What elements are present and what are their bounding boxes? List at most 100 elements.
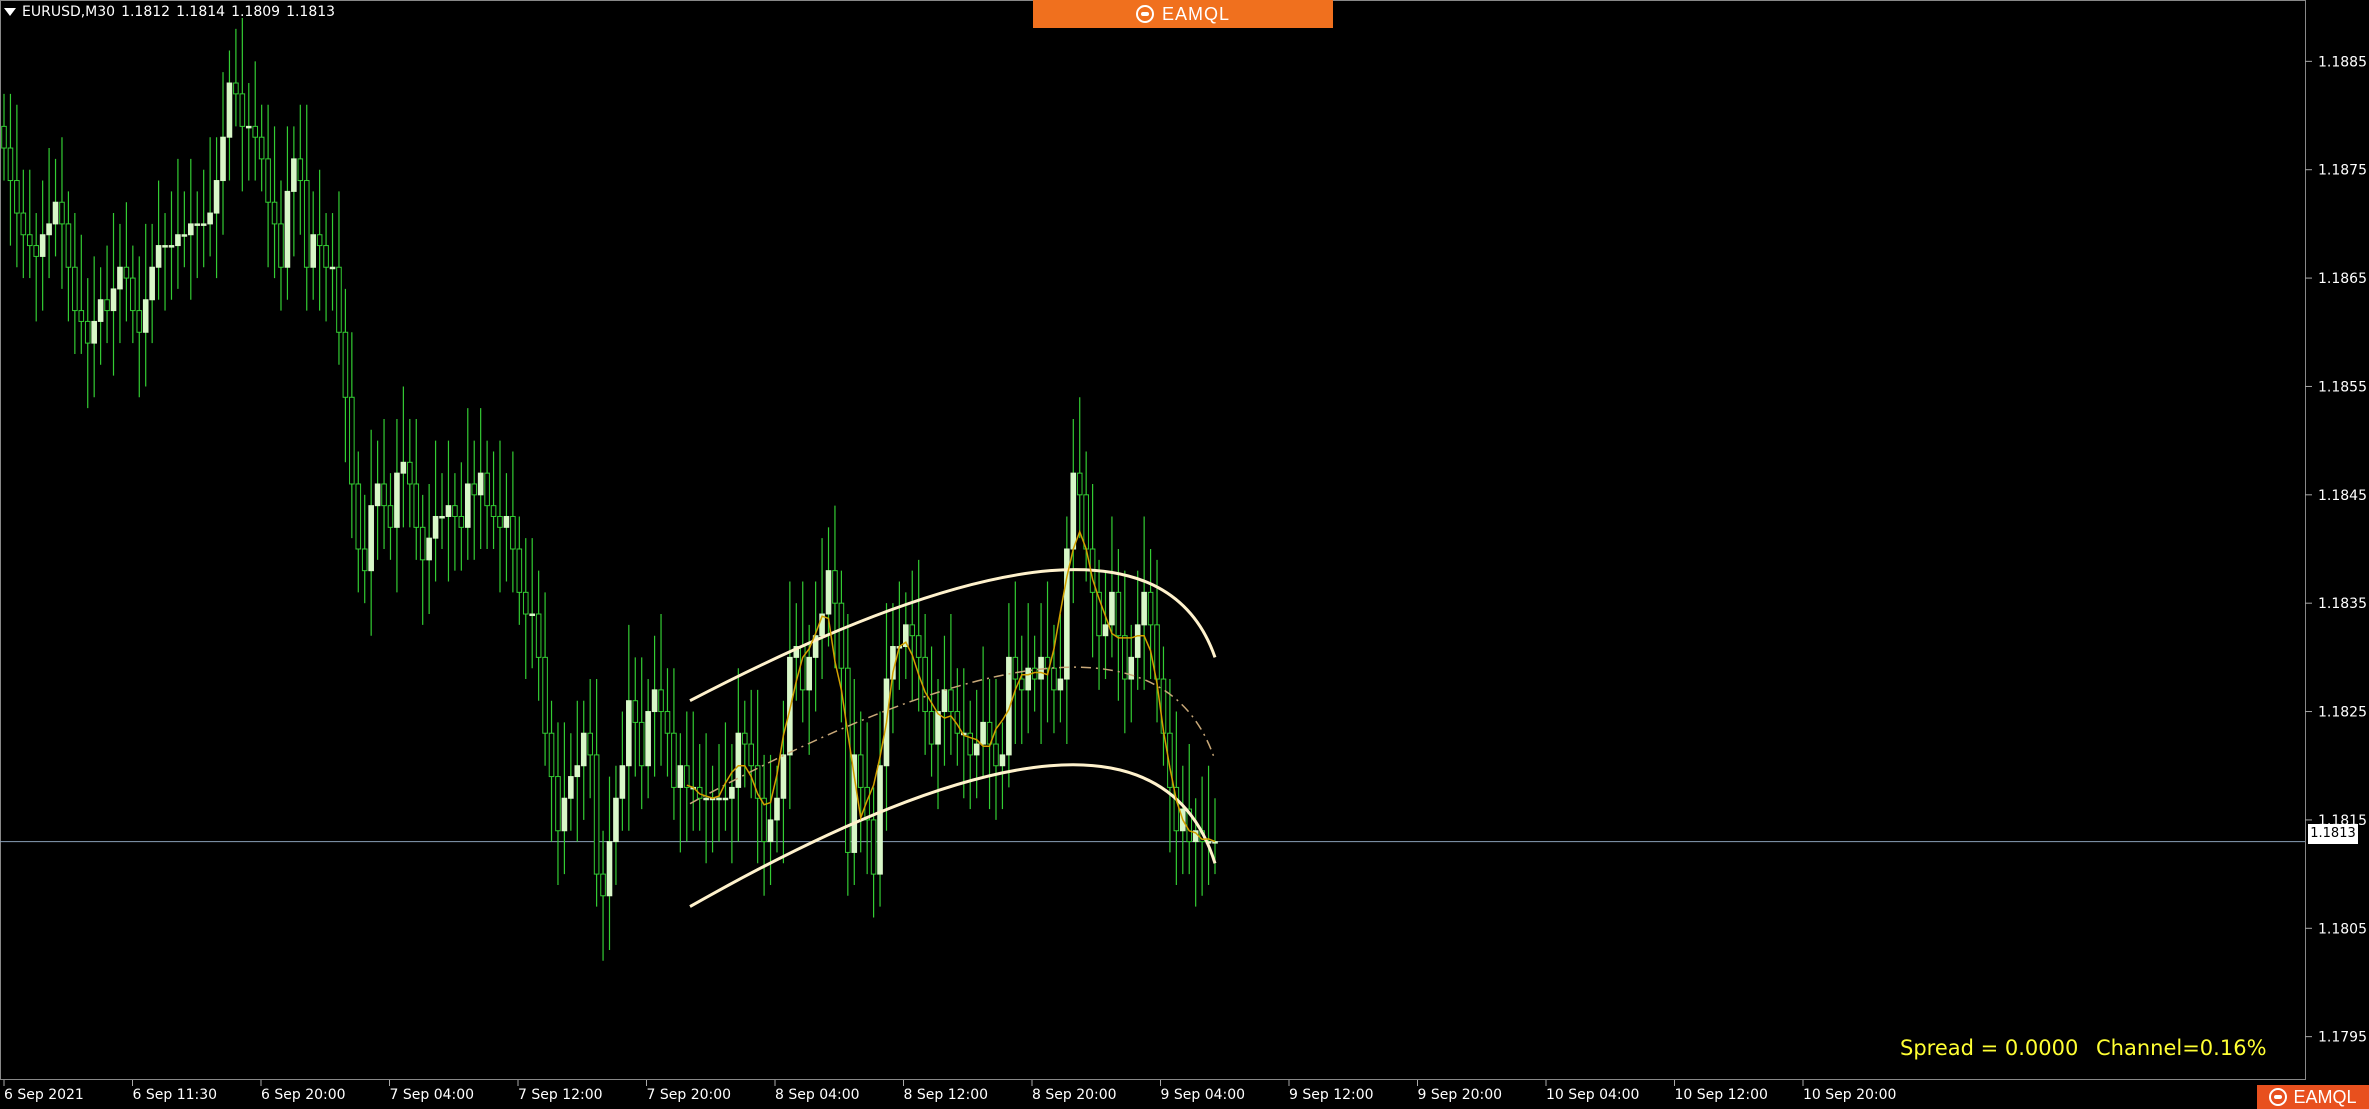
candle-body	[181, 234, 188, 237]
candle-body	[993, 743, 999, 767]
candle-body	[877, 765, 883, 875]
candle-body	[767, 819, 774, 843]
y-tick-label: 1.1845	[2318, 488, 2367, 504]
candle-body	[593, 754, 600, 875]
y-tick-label: 1.1825	[2318, 705, 2367, 721]
candle-body	[117, 266, 123, 290]
candle-body	[935, 711, 941, 745]
candle-body	[638, 721, 645, 767]
candle-body	[123, 266, 130, 279]
close-price: 1.1813	[286, 4, 336, 20]
y-tick-label: 1.1875	[2318, 163, 2367, 179]
candle-body	[355, 483, 362, 550]
candle-body	[832, 570, 838, 604]
candle-body	[780, 754, 787, 799]
candle-body	[239, 93, 246, 127]
candle-body	[142, 299, 149, 333]
candle-body	[1134, 624, 1141, 658]
candle-body	[291, 158, 297, 192]
candle-body	[568, 776, 574, 799]
candle-body	[426, 537, 432, 561]
spread-readout: Spread = 0.0000	[1900, 1036, 2079, 1060]
candle-body	[220, 136, 226, 182]
candle-body	[336, 266, 342, 333]
candle-body	[65, 223, 72, 268]
candle-body	[136, 310, 143, 333]
candle-body	[948, 689, 954, 713]
candle-body	[316, 234, 323, 247]
candle-body	[806, 656, 812, 691]
x-tick-label: 10 Sep 04:00	[1546, 1087, 1639, 1103]
symbol-label: EURUSD,M30	[22, 4, 116, 20]
candle-body	[149, 266, 155, 301]
candle-body	[677, 765, 684, 788]
candle-body	[555, 776, 561, 832]
candle-body	[1070, 472, 1077, 550]
candle-body	[542, 656, 548, 734]
y-tick-label: 1.1855	[2318, 379, 2367, 395]
candle-body	[857, 754, 864, 788]
candle-body	[39, 234, 46, 257]
candle-body	[297, 158, 304, 182]
candle-body	[46, 223, 52, 236]
candle-body	[33, 245, 40, 257]
candle-body	[439, 515, 445, 519]
candle-body	[97, 299, 104, 322]
x-tick-label: 10 Sep 20:00	[1803, 1087, 1896, 1103]
candle-body	[419, 526, 426, 561]
candle-body	[909, 624, 916, 637]
current-price-label: 1.1813	[2308, 824, 2358, 844]
candle-body	[349, 396, 355, 485]
candle-body	[626, 700, 632, 767]
candle-body	[130, 277, 136, 312]
x-tick-label: 7 Sep 04:00	[390, 1087, 475, 1103]
candle-body	[26, 234, 33, 247]
high-price: 1.1814	[176, 4, 226, 20]
candle-body	[271, 201, 278, 225]
x-tick-label: 9 Sep 04:00	[1161, 1087, 1246, 1103]
dropdown-triangle-icon[interactable]	[4, 8, 16, 16]
low-price: 1.1809	[231, 4, 281, 20]
x-tick-label: 10 Sep 12:00	[1675, 1087, 1768, 1103]
candle-body	[1051, 667, 1057, 691]
candle-body	[213, 180, 220, 214]
candle-body	[84, 320, 91, 344]
channel-mid-line	[689, 666, 1216, 805]
candle-body	[368, 505, 374, 572]
candle-body	[310, 234, 316, 268]
candle-body	[258, 136, 265, 160]
symbol-header[interactable]: EURUSD,M30 1.1812 1.1814 1.1809 1.1813	[4, 4, 335, 20]
candle-body	[452, 505, 458, 517]
candle-body	[664, 711, 671, 734]
candle-body	[233, 82, 239, 95]
candle-body	[400, 461, 407, 474]
corner-brand-logo-icon	[2269, 1088, 2288, 1106]
candle-body	[1057, 678, 1064, 691]
y-tick-label: 1.1805	[2318, 921, 2367, 937]
y-tick-label: 1.1885	[2318, 54, 2367, 70]
corner-brand-badge: EAMQL	[2257, 1085, 2369, 1109]
candle-body	[1025, 667, 1031, 691]
candle-body	[1154, 624, 1160, 680]
candle-body	[207, 212, 213, 225]
x-tick-label: 6 Sep 20:00	[261, 1087, 346, 1103]
candle-body	[477, 472, 484, 496]
candle-body	[484, 472, 490, 507]
candle-body	[1160, 678, 1167, 734]
candle-body	[14, 180, 20, 214]
corner-brand-name: EAMQL	[2293, 1086, 2357, 1107]
chart-canvas[interactable]: 1.1885 1.1875 1.1865 1.1855 1.1845 1.1835 1.18…	[0, 0, 2369, 1109]
candle-body	[799, 646, 806, 691]
candle-body	[471, 483, 478, 496]
brand-banner: EAMQL	[1033, 0, 1333, 28]
candle-body	[278, 223, 284, 268]
candle-body	[632, 700, 639, 723]
candle-body	[1, 125, 7, 149]
y-tick-label: 1.1795	[2318, 1030, 2367, 1046]
candle-body	[52, 201, 59, 225]
x-tick-label: 8 Sep 04:00	[775, 1087, 860, 1103]
x-tick-label: 6 Sep 2021	[4, 1087, 84, 1103]
candle-body	[72, 266, 78, 312]
brand-name: EAMQL	[1161, 3, 1231, 24]
candle-body	[716, 797, 722, 801]
